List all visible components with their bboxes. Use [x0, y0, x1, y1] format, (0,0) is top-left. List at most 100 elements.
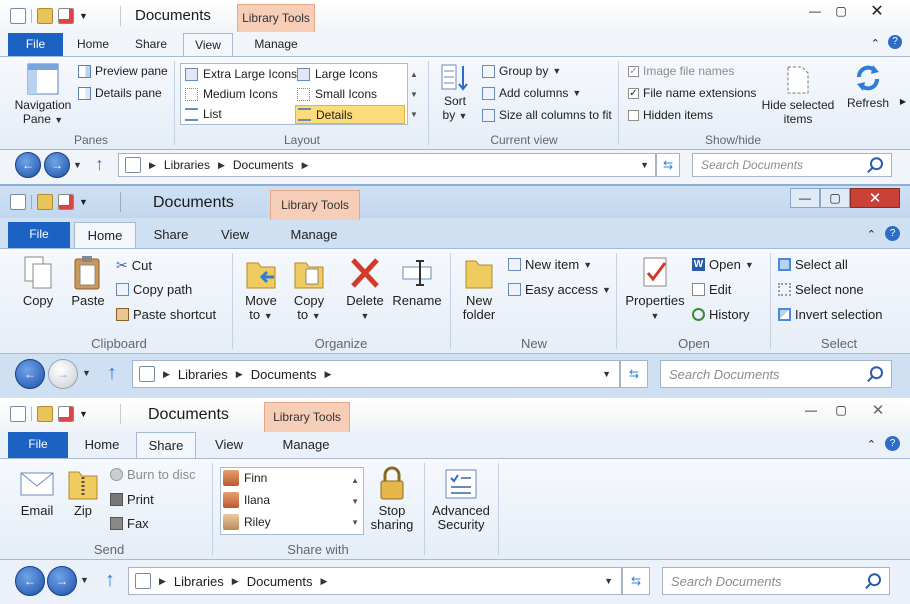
close-button[interactable]: ✕ [854, 2, 900, 20]
history-button[interactable]: History [692, 307, 749, 322]
share-with-person[interactable]: Riley [223, 514, 271, 530]
refresh-button[interactable]: Refresh [842, 63, 894, 110]
search-box[interactable]: Search Documents [692, 153, 892, 177]
minimize-button[interactable]: — [802, 2, 828, 20]
breadcrumb-documents[interactable]: Documents [247, 574, 313, 589]
search-box[interactable]: Search Documents [660, 360, 892, 388]
properties-icon[interactable] [10, 194, 26, 210]
back-button[interactable]: ← [15, 152, 41, 178]
properties-icon[interactable] [10, 406, 26, 422]
group-by-button[interactable]: Group by ▼ [482, 64, 561, 78]
layout-list[interactable]: List [185, 107, 222, 121]
details-pane-button[interactable]: Details pane [78, 86, 162, 100]
tab-manage[interactable]: Manage [264, 432, 348, 458]
image-file-names-checkbox[interactable]: ✓ Image file names [628, 64, 734, 78]
address-box[interactable]: ▶ Libraries ▶ Documents ▶ ▼ [118, 153, 656, 177]
gallery-scroll[interactable]: ▲ ▼ ▼ [410, 65, 418, 125]
maximize-button[interactable]: ▢ [820, 188, 850, 208]
new-item-button[interactable]: New item ▼ [508, 257, 592, 272]
recent-locations-icon[interactable]: ▼ [82, 368, 91, 378]
rename-icon[interactable] [58, 8, 74, 24]
customize-qat-icon[interactable]: ▼ [79, 197, 88, 207]
refresh-address-button[interactable]: ⇆ [656, 153, 680, 177]
properties-icon[interactable] [10, 8, 26, 24]
preview-pane-button[interactable]: Preview pane [78, 64, 168, 78]
refresh-address-button[interactable]: ⇆ [620, 360, 648, 388]
stop-sharing-button[interactable]: Stop sharing [366, 465, 418, 532]
file-extensions-checkbox[interactable]: ✓ File name extensions [628, 86, 756, 100]
move-to-button[interactable]: Move to ▼ [238, 255, 284, 323]
fax-button[interactable]: Fax [110, 516, 149, 531]
paste-shortcut-button[interactable]: Paste shortcut [116, 307, 216, 322]
new-folder-button[interactable]: New folder [456, 255, 502, 322]
breadcrumb-libraries[interactable]: Libraries [178, 367, 228, 382]
forward-button[interactable]: → [47, 566, 77, 596]
help-icon[interactable]: ? [885, 436, 900, 451]
cut-button[interactable]: ✂ Cut [116, 257, 152, 274]
layout-small-icons[interactable]: Small Icons [297, 87, 377, 101]
layout-extra-large-icons[interactable]: Extra Large Icons [185, 67, 297, 81]
minimize-ribbon-icon[interactable]: ⌃ [871, 37, 880, 50]
back-button[interactable]: ← [15, 566, 45, 596]
tab-view[interactable]: View [206, 222, 264, 248]
address-dropdown-icon[interactable]: ▼ [602, 369, 611, 379]
rename-icon[interactable] [58, 194, 74, 210]
easy-access-button[interactable]: Easy access ▼ [508, 282, 611, 297]
layout-details[interactable]: Details [295, 105, 405, 124]
copy-to-button[interactable]: Copy to ▼ [286, 255, 332, 323]
tab-view[interactable]: View [183, 33, 233, 58]
breadcrumb-libraries[interactable]: Libraries [164, 158, 210, 172]
select-none-button[interactable]: Select none [778, 282, 864, 297]
minimize-ribbon-icon[interactable]: ⌃ [867, 228, 876, 241]
tab-manage[interactable]: Manage [240, 33, 312, 55]
breadcrumb-documents[interactable]: Documents [251, 367, 317, 382]
hidden-items-checkbox[interactable]: Hidden items [628, 108, 713, 122]
tab-share[interactable]: Share [126, 33, 176, 55]
new-folder-icon[interactable] [37, 194, 53, 210]
size-columns-button[interactable]: Size all columns to fit [482, 108, 612, 122]
customize-qat-icon[interactable]: ▼ [79, 409, 88, 419]
gallery-scroll[interactable]: ▲ ▼ ▼ [351, 470, 359, 533]
zip-button[interactable]: Zip [64, 467, 102, 518]
minimize-ribbon-icon[interactable]: ⌃ [867, 438, 876, 451]
rename-icon[interactable] [58, 406, 74, 422]
tab-view[interactable]: View [202, 432, 256, 458]
up-button[interactable]: ↑ [105, 569, 115, 592]
forward-button[interactable]: → [44, 152, 70, 178]
maximize-button[interactable]: ▢ [828, 2, 854, 20]
address-box[interactable]: ▶ Libraries ▶ Documents ▶ ▼ [128, 567, 622, 595]
advanced-security-button[interactable]: Advanced Security [428, 467, 494, 532]
address-box[interactable]: ▶ Libraries ▶ Documents ▶ ▼ [132, 360, 620, 388]
tab-file[interactable]: File [8, 33, 63, 57]
copy-path-button[interactable]: Copy path [116, 282, 192, 297]
minimize-button[interactable]: — [790, 188, 820, 208]
share-with-person[interactable]: Ilana [223, 492, 270, 508]
tab-home[interactable]: Home [74, 222, 136, 249]
up-button[interactable]: ↑ [107, 362, 117, 385]
tab-home[interactable]: Home [74, 432, 130, 458]
address-dropdown-icon[interactable]: ▼ [604, 576, 613, 586]
help-icon[interactable]: ? [885, 226, 900, 241]
address-dropdown-icon[interactable]: ▼ [640, 160, 649, 170]
minimize-button[interactable]: — [796, 400, 826, 420]
tab-manage[interactable]: Manage [272, 222, 356, 248]
breadcrumb-libraries[interactable]: Libraries [174, 574, 224, 589]
paste-button[interactable]: Paste [66, 255, 110, 308]
help-icon[interactable]: ? [888, 35, 902, 49]
tab-file[interactable]: File [8, 222, 70, 248]
breadcrumb-documents[interactable]: Documents [233, 158, 294, 172]
edit-button[interactable]: Edit [692, 282, 731, 297]
up-button[interactable]: ↑ [95, 154, 104, 175]
email-button[interactable]: Email [10, 467, 64, 518]
sort-by-button[interactable]: Sort by ▼ [438, 63, 472, 123]
refresh-address-button[interactable]: ⇆ [622, 567, 650, 595]
copy-button[interactable]: Copy [12, 255, 64, 308]
tab-file[interactable]: File [8, 432, 68, 458]
layout-medium-icons[interactable]: Medium Icons [185, 87, 278, 101]
close-button[interactable]: ✕ [850, 188, 900, 208]
recent-locations-icon[interactable]: ▼ [73, 160, 82, 170]
layout-large-icons[interactable]: Large Icons [297, 67, 378, 81]
new-folder-icon[interactable] [37, 8, 53, 24]
tab-share[interactable]: Share [142, 222, 200, 248]
ribbon-scroll-right-icon[interactable]: ▶ [900, 97, 906, 106]
